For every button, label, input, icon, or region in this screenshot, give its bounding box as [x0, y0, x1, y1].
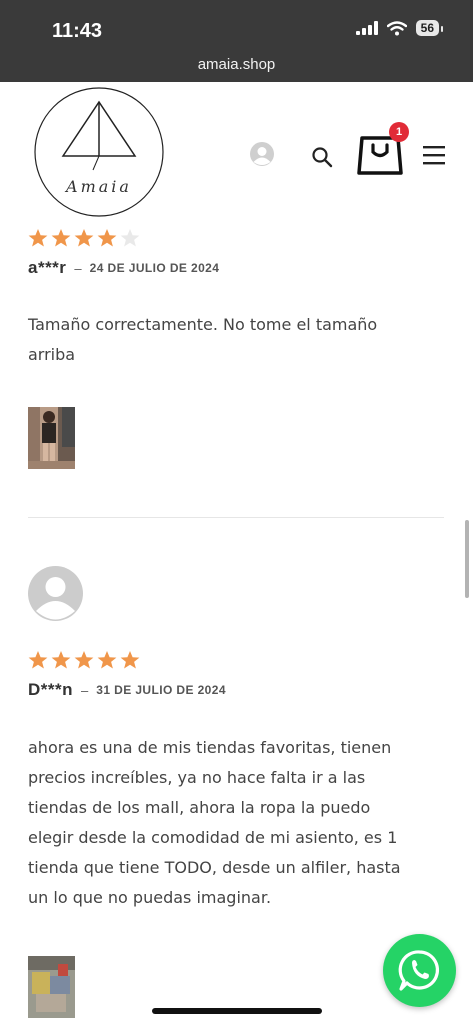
star-filled-icon: [120, 651, 140, 669]
review-text-line: Tamaño correctamente. No tome el tamaño: [28, 315, 378, 334]
review-1-photo[interactable]: [28, 407, 75, 469]
whatsapp-button[interactable]: [383, 934, 456, 1007]
status-icons: 56: [355, 20, 444, 36]
star-filled-icon: [28, 651, 48, 669]
star-filled-icon: [74, 651, 94, 669]
review-2-rating: [28, 650, 140, 670]
review-photo-image: [28, 956, 75, 1018]
separator-dash: –: [81, 682, 89, 698]
star-filled-icon: [97, 651, 117, 669]
status-bar: 11:43 56 amaia.shop: [0, 0, 473, 82]
address-bar-url[interactable]: amaia.shop: [0, 56, 473, 73]
page-scrollbar[interactable]: [465, 520, 469, 598]
review-photo-image: [28, 407, 75, 469]
review-text-line: tiendas de los mall, ahora la ropa la pu…: [28, 798, 371, 817]
reviewer-avatar: [28, 566, 83, 621]
menu-icon[interactable]: [421, 144, 447, 166]
star-filled-icon: [97, 229, 117, 247]
review-divider: [28, 517, 444, 518]
home-indicator: [152, 1008, 322, 1014]
logo-text: Amaia: [64, 177, 132, 196]
site-header: Amaia 1: [0, 82, 473, 222]
review-text-line: elegir desde la comodidad de mi asiento,…: [28, 828, 398, 847]
amaia-logo[interactable]: Amaia: [33, 86, 165, 218]
battery-icon: 56: [415, 20, 444, 36]
separator-dash: –: [74, 260, 82, 276]
review-text-line: precios increíbles, ya no hace falta ir …: [28, 768, 366, 787]
review-2-meta: D***n – 31 DE JULIO DE 2024: [28, 680, 226, 700]
whatsapp-icon: [398, 950, 440, 991]
review-author: D***n: [28, 680, 74, 699]
review-text-line: ahora es una de mis tiendas favoritas, t…: [28, 738, 392, 757]
review-author: a***r: [28, 258, 67, 277]
review-text-line: tienda que tiene TODO, desde un alfiler,…: [28, 858, 401, 877]
review-date: 24 DE JULIO DE 2024: [89, 261, 220, 275]
review-2-photo[interactable]: [28, 956, 75, 1018]
cart-count-badge: 1: [389, 122, 409, 142]
review-1-rating: [28, 228, 140, 248]
review-text-line: arriba: [28, 345, 76, 364]
star-filled-icon: [51, 651, 71, 669]
search-icon[interactable]: [311, 146, 333, 168]
star-filled-icon: [74, 229, 94, 247]
review-text-line: un lo que no puedas imaginar.: [28, 888, 272, 907]
star-empty-icon: [120, 229, 140, 247]
signal-icon: [355, 21, 378, 35]
user-icon[interactable]: [250, 142, 274, 166]
star-filled-icon: [28, 229, 48, 247]
star-filled-icon: [51, 229, 71, 247]
wifi-icon: [386, 20, 407, 35]
review-1-text: Tamaño correctamente. No tome el tamaño …: [28, 310, 377, 370]
status-time: 11:43: [52, 20, 103, 42]
review-2-text: ahora es una de mis tiendas favoritas, t…: [28, 733, 401, 913]
review-date: 31 DE JULIO DE 2024: [96, 683, 226, 697]
review-1-meta: a***r – 24 DE JULIO DE 2024: [28, 258, 219, 278]
